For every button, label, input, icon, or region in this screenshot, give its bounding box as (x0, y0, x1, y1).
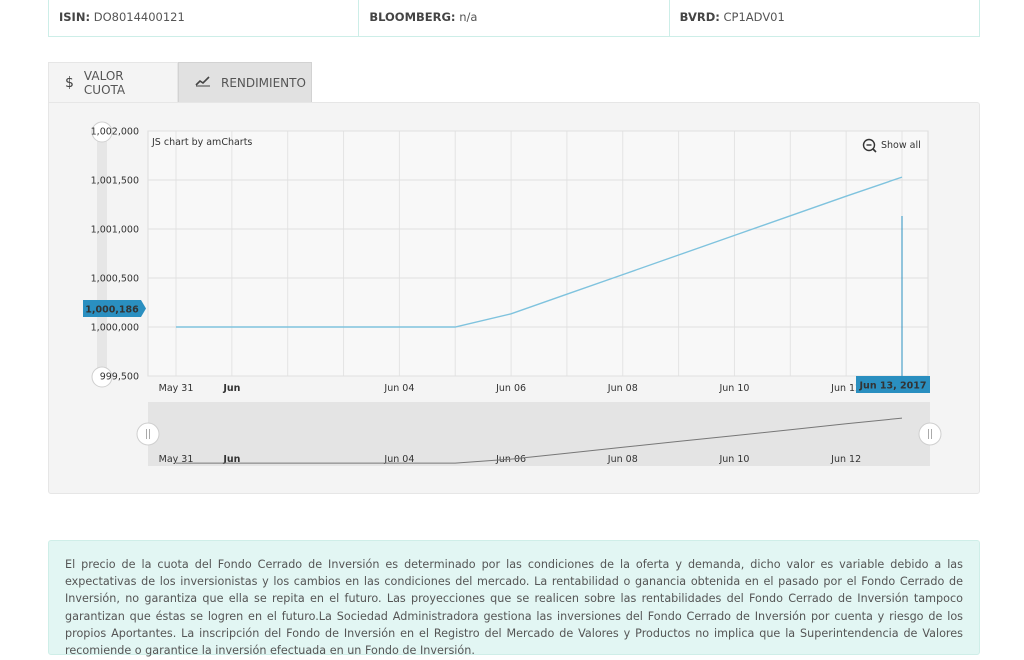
bloomberg-value: n/a (459, 10, 478, 24)
scrollbar-x-tick-label: Jun 10 (718, 454, 749, 465)
cursor-date-label: Jun 13, 2017 (859, 381, 927, 392)
x-tick-label: Jun (222, 383, 240, 394)
amcharts-credit: JS chart by amCharts (151, 137, 252, 148)
y-tick-label: 999,500 (100, 372, 139, 383)
plot-area (147, 130, 929, 377)
x-tick-label: Jun 04 (383, 383, 414, 394)
scrollbar-right-grip[interactable] (918, 422, 942, 446)
y-tick-label: 1,000,000 (91, 323, 139, 334)
x-tick-label: Jun 06 (495, 383, 526, 394)
tab-rendimiento[interactable]: RENDIMIENTO (178, 62, 312, 103)
disclaimer-text: El precio de la cuota del Fondo Cerrado … (65, 558, 963, 658)
chart-panel: 1,002,000 1,001,500 1,001,000 1,000,500 1,00… (48, 102, 980, 494)
x-tick-label: May 31 (159, 383, 194, 394)
bvrd-label: BVRD: (679, 10, 720, 24)
tab-rendimiento-label: RENDIMIENTO (221, 75, 306, 90)
scrollbar-x-tick-label: Jun 08 (607, 454, 638, 465)
y-tick-label: 1,000,500 (91, 274, 139, 285)
tab-valor-cuota-label: VALOR CUOTA (83, 69, 126, 97)
chart-tabs: $ VALOR CUOTA RENDIMIENTO (48, 62, 312, 103)
y-tick-label: 1,001,500 (91, 176, 139, 187)
line-chart-icon (195, 75, 211, 91)
tab-valor-cuota[interactable]: $ VALOR CUOTA (48, 62, 178, 103)
x-tick-label: Jun 10 (718, 383, 749, 394)
cursor-value-balloon: 1,000,186 (83, 300, 146, 317)
dollar-icon: $ (65, 75, 74, 91)
disclaimer-box: El precio de la cuota del Fondo Cerrado … (48, 540, 980, 658)
isin-value: DO8014400121 (93, 10, 185, 24)
cursor-value-label: 1,000,186 (85, 305, 139, 316)
value-scrollbar-track[interactable] (97, 131, 107, 379)
value-chart: 1,002,000 1,001,500 1,001,000 1,000,500 1,00… (83, 121, 942, 466)
bvrd-cell: BVRD: CP1ADV01 (668, 0, 979, 36)
cursor-date-balloon: Jun 13, 2017 (856, 376, 930, 393)
y-tick-label: 1,001,000 (91, 225, 139, 236)
scrollbar-left-grip[interactable] (136, 422, 160, 446)
bloomberg-cell: BLOOMBERG: n/a (358, 0, 668, 36)
isin-cell: ISIN: DO8014400121 (49, 0, 358, 36)
y-tick-label: 1,002,000 (91, 127, 139, 138)
x-tick-label: Jun 08 (607, 383, 638, 394)
identifiers-bar: ISIN: DO8014400121 BLOOMBERG: n/a BVRD: … (48, 0, 980, 37)
bvrd-value: CP1ADV01 (723, 10, 785, 24)
bloomberg-label: BLOOMBERG: (369, 10, 456, 24)
scrollbar-x-tick-label: Jun 12 (830, 454, 861, 465)
x-axis: May 31 Jun Jun 04 Jun 06 Jun 08 Jun 10 Jun 12 (159, 383, 862, 394)
show-all-label: Show all (881, 140, 921, 151)
isin-label: ISIN: (59, 10, 91, 24)
